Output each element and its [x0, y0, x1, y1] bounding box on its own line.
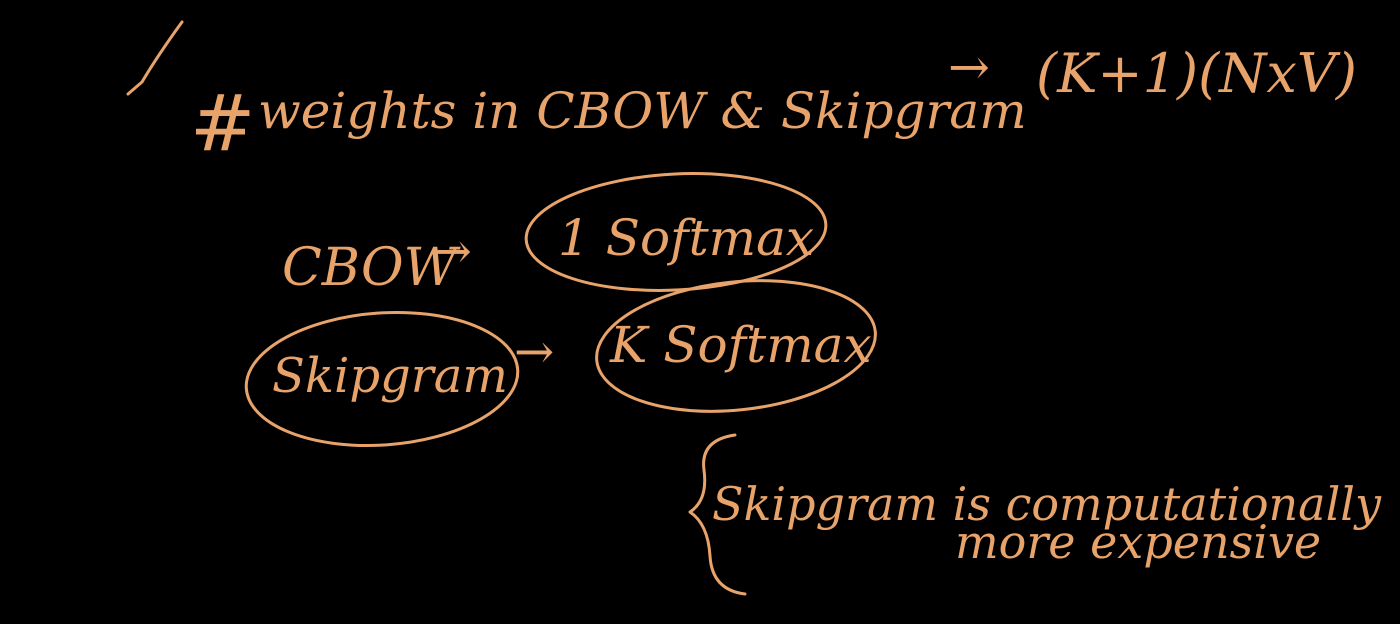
skipgram-arrow: →	[514, 324, 554, 380]
cbow-result: 1 Softmax	[558, 209, 814, 267]
check-mark-icon	[126, 20, 184, 96]
heading-hash: #	[190, 79, 255, 169]
cbow-arrow: →	[430, 222, 472, 280]
skipgram-label: Skipgram	[272, 348, 508, 404]
note-line-2: more expensive	[955, 515, 1321, 569]
heading-arrow: →	[948, 38, 990, 96]
skipgram-result: K Softmax	[609, 316, 872, 374]
whiteboard-drawing: # weights in CBOW & Skipgram → (K+1)(NxV…	[126, 20, 1382, 596]
heading-formula: (K+1)(NxV)	[1036, 42, 1357, 105]
whiteboard-canvas: # weights in CBOW & Skipgram → (K+1)(NxV…	[0, 0, 1400, 624]
heading-text: weights in CBOW & Skipgram	[258, 82, 1027, 140]
